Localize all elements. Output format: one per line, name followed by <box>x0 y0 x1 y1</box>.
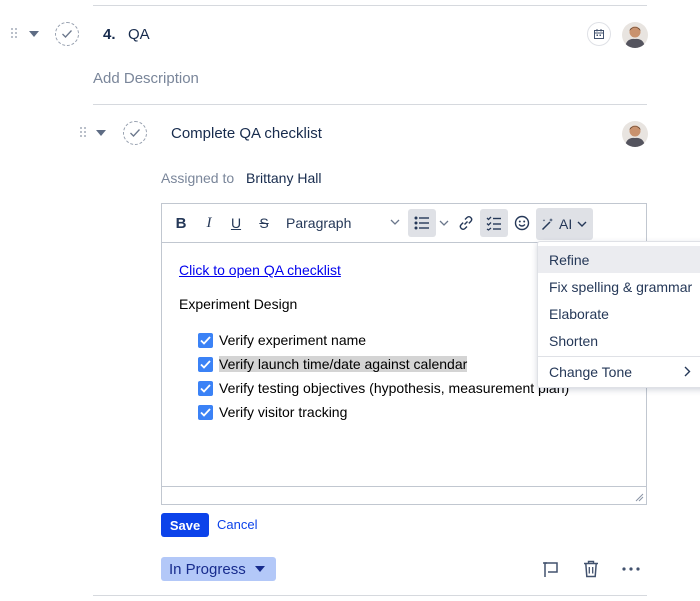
resize-handle-icon[interactable] <box>634 492 644 502</box>
comment-button[interactable] <box>540 558 562 580</box>
section-divider <box>93 104 647 105</box>
checklist-button[interactable] <box>480 209 508 237</box>
calendar-icon[interactable] <box>587 22 611 46</box>
ai-label: AI <box>559 216 573 232</box>
magic-wand-icon <box>541 218 553 231</box>
checklist-item-label: Verify testing objectives (hypothesis, m… <box>219 380 570 396</box>
trash-icon <box>584 560 598 578</box>
menu-divider <box>538 356 700 357</box>
checkbox-checked[interactable] <box>198 380 213 396</box>
strikethrough-button[interactable]: S <box>253 212 275 234</box>
checklist-item: Verify testing objectives (hypothesis, m… <box>198 379 569 397</box>
checklist-item: Verify launch time/date against calendar <box>198 355 468 373</box>
paragraph-style-select[interactable]: Paragraph <box>282 212 404 234</box>
emoji-icon <box>514 215 530 231</box>
caret-down-icon <box>255 566 265 572</box>
link-icon <box>459 215 473 231</box>
chevron-right-icon <box>684 366 691 377</box>
menu-item-change-tone[interactable]: Change Tone <box>538 358 700 385</box>
section-title[interactable]: QA <box>128 26 150 43</box>
chevron-down-icon <box>390 219 400 225</box>
section-complete-checkmark-icon[interactable] <box>55 22 79 46</box>
comment-flag-icon <box>543 562 558 577</box>
top-divider <box>93 5 647 6</box>
checklist-item-label-selected: Verify launch time/date against calendar <box>219 356 468 372</box>
ai-actions-menu: Refine Fix spelling & grammar Elaborate … <box>537 241 700 388</box>
task-assignee-avatar[interactable] <box>622 121 648 147</box>
menu-item-elaborate[interactable]: Elaborate <box>538 300 700 327</box>
italic-button[interactable]: I <box>198 212 220 234</box>
emoji-button[interactable] <box>511 212 533 234</box>
section-drag-handle-icon[interactable] <box>11 28 19 40</box>
checklist-icon <box>486 216 501 231</box>
cancel-button[interactable]: Cancel <box>217 517 257 532</box>
checklist-item-label: Verify visitor tracking <box>219 404 348 420</box>
editor-resize-bar <box>162 486 646 487</box>
task-complete-checkmark-icon[interactable] <box>123 121 147 145</box>
status-label: In Progress <box>169 560 246 578</box>
paragraph-style-label: Paragraph <box>286 215 352 231</box>
checklist-item: Verify visitor tracking <box>198 403 347 421</box>
task-collapse-caret-icon[interactable] <box>96 130 106 136</box>
section-assignee-avatar[interactable] <box>622 22 648 48</box>
qa-checklist-link[interactable]: Click to open QA checklist <box>179 262 341 278</box>
task-drag-handle-icon[interactable] <box>80 127 88 139</box>
menu-item-fix-spelling[interactable]: Fix spelling & grammar <box>538 273 700 300</box>
delete-button[interactable] <box>580 558 602 580</box>
menu-item-refine[interactable]: Refine <box>538 246 700 273</box>
menu-item-shorten[interactable]: Shorten <box>538 327 700 354</box>
checkbox-checked[interactable] <box>198 356 213 372</box>
save-button[interactable]: Save <box>161 513 209 537</box>
status-dropdown[interactable]: In Progress <box>161 557 276 581</box>
checklist-item: Verify experiment name <box>198 331 366 349</box>
checkbox-checked[interactable] <box>198 404 213 420</box>
change-tone-label: Change Tone <box>549 363 633 380</box>
task-title[interactable]: Complete QA checklist <box>171 125 322 142</box>
bottom-divider <box>93 595 647 596</box>
more-horizontal-icon <box>622 567 640 571</box>
link-button[interactable] <box>455 212 477 234</box>
bold-button[interactable]: B <box>170 212 192 234</box>
chevron-down-icon <box>577 221 587 227</box>
add-description-link[interactable]: Add Description <box>93 70 199 87</box>
checklist-item-label: Verify experiment name <box>219 332 367 348</box>
editor-toolbar: B I U S Paragraph AI <box>162 204 646 243</box>
ai-assist-button[interactable]: AI <box>536 208 593 240</box>
bullet-list-button[interactable] <box>408 209 436 237</box>
assigned-to-label: Assigned to <box>161 170 235 186</box>
bullet-list-icon <box>414 216 429 230</box>
list-options-dropdown[interactable] <box>437 212 451 234</box>
chevron-down-icon <box>439 220 449 226</box>
assignee-name[interactable]: Brittany Hall <box>246 170 321 186</box>
section-number: 4. <box>103 26 116 43</box>
more-options-button[interactable] <box>620 558 642 580</box>
checkbox-checked[interactable] <box>198 332 213 348</box>
underline-button[interactable]: U <box>225 212 247 234</box>
section-collapse-caret-icon[interactable] <box>29 31 39 37</box>
section-heading-text: Experiment Design <box>179 296 298 312</box>
